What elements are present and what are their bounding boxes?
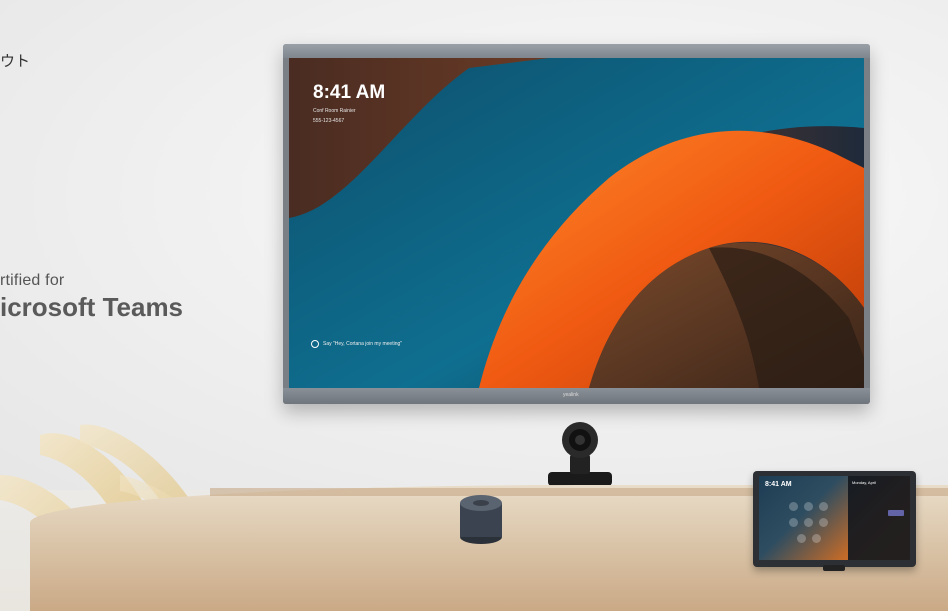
display-screen: 8:41 AM Conf Room Rainier 555-123-4567 S… [289,58,864,388]
teams-certification: rtified for icrosoft Teams [0,272,183,323]
wall-display: 8:41 AM Conf Room Rainier 555-123-4567 S… [283,44,870,404]
panel-action-dot [819,502,828,511]
certification-line2: icrosoft Teams [0,292,184,322]
panel-action-dot [797,534,806,543]
panel-action-dot [812,534,821,543]
certification-line1: rtified for [0,272,65,289]
touch-panel-clock: 8:41 AM [765,481,792,488]
display-phone-number: 555-123-4567 [313,118,345,124]
schedule-title: Monday, April [852,480,876,485]
headline-fragment: ウト [0,53,31,70]
panel-action-dot [789,518,798,527]
cortana-prompt: Say "Hey, Cortana join my meeting" [311,340,402,348]
display-bottom-bezel: yealink [283,388,870,404]
panel-action-dot [804,518,813,527]
join-button [888,510,904,516]
wallpaper-wave [289,58,864,388]
panel-action-dot [804,502,813,511]
ptz-camera [548,422,612,486]
cortana-icon [311,340,319,348]
display-room-name: Conf Room Rainier [313,108,356,114]
panel-action-dot [789,502,798,511]
speakerphone [460,495,502,544]
display-brand-logo: yealink [563,392,579,398]
touch-panel-stand [823,565,845,571]
cortana-prompt-text: Say "Hey, Cortana join my meeting" [323,341,403,347]
display-top-bezel [283,44,870,58]
touch-panel-schedule: Monday, April [848,476,910,560]
touch-panel-screen: 8:41 AM Monday, April [759,476,910,560]
display-clock: 8:41 AM [313,82,386,103]
touch-panel: 8:41 AM Monday, April [753,471,916,567]
panel-action-dot [819,518,828,527]
